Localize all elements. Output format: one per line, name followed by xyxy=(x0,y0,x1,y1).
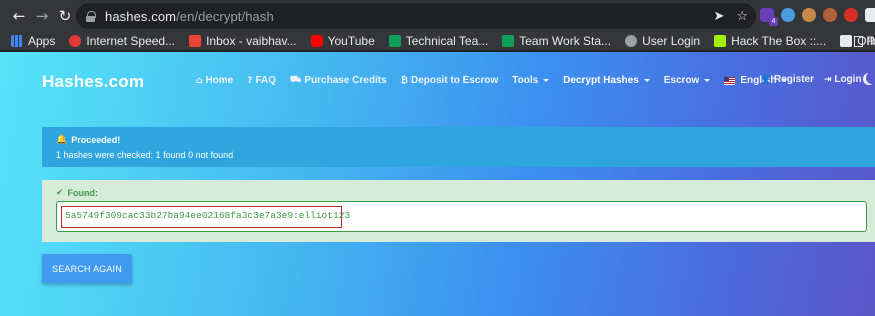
bookmark-label: Team Work Sta... xyxy=(519,34,612,48)
chevron-down-icon xyxy=(643,79,650,82)
sign-in-icon: ⇥ xyxy=(824,75,832,85)
bookmark-label: Hack The Box ::... xyxy=(731,34,827,48)
nav-label: Decrypt Hashes xyxy=(563,75,639,86)
chevron-down-icon xyxy=(704,79,711,82)
us-flag-icon xyxy=(724,76,736,85)
nav-label: FAQ xyxy=(255,75,277,86)
url-text[interactable]: hashes.com/en/decrypt/hash xyxy=(105,9,274,24)
bookmark-item[interactable]: Technical Tea... xyxy=(388,34,489,48)
nav-label: Purchase Credits xyxy=(304,75,387,86)
shield-icon[interactable] xyxy=(844,8,858,22)
bookmark-star-icon[interactable]: ☆ xyxy=(736,9,748,24)
sheets-icon xyxy=(388,35,401,47)
bookmark-item[interactable]: Internet Speed... xyxy=(69,34,175,48)
question-icon: ? xyxy=(247,75,253,86)
bookmark-item[interactable]: Team Work Sta... xyxy=(502,34,611,48)
main-nav: ⌂ Home ? FAQ ⛟ Purchase Credits ₿ Deposit to… xyxy=(196,75,788,86)
cube-icon xyxy=(714,35,727,47)
nav-home[interactable]: ⌂ Home xyxy=(196,75,233,86)
user-plus-icon: 👤 xyxy=(760,75,772,85)
extension-icon[interactable] xyxy=(781,8,795,22)
gmail-icon xyxy=(189,35,202,47)
nav-deposit[interactable]: ₿ Deposit to Escrow xyxy=(401,75,499,86)
bitcoin-icon: ₿ xyxy=(400,76,408,86)
bell-icon: 🔔 xyxy=(56,135,68,145)
bookmark-label: Internet Speed... xyxy=(86,34,176,48)
page-content: Hashes.com ⌂ Home ? FAQ ⛟ Purchase Credits … xyxy=(0,52,875,316)
url-host: hashes.com xyxy=(105,8,177,24)
youtube-icon xyxy=(310,35,323,47)
home-icon: ⌂ xyxy=(196,75,203,86)
extension-badge: 4 xyxy=(769,17,778,26)
account-nav: 👤 Register ⇥ Login xyxy=(760,74,862,85)
result-textbox[interactable]: 5a5749f309cac33b27ba94ee02168fa3c3e7a3e9… xyxy=(56,201,867,232)
nav-label: Escrow xyxy=(663,75,700,86)
url-path: /en/decrypt/hash xyxy=(176,8,274,24)
alert-message: 1 hashes were checked: 1 found 0 not fou… xyxy=(56,150,234,160)
nav-label: Tools xyxy=(512,75,539,86)
cookie-icon[interactable] xyxy=(802,8,816,22)
found-label-text: Found: xyxy=(67,188,99,198)
nav-purchase[interactable]: ⛟ Purchase Credits xyxy=(290,75,387,86)
cookie-icon[interactable] xyxy=(823,8,837,22)
result-text[interactable]: 5a5749f309cac33b27ba94ee02168fa3c3e7a3e9… xyxy=(65,210,350,221)
sheets-icon xyxy=(502,35,515,47)
site-brand[interactable]: Hashes.com xyxy=(42,72,144,92)
bookmark-apps[interactable]: Apps xyxy=(11,34,55,48)
bookmark-item[interactable]: Inbox - vaibhav... xyxy=(189,34,297,48)
nav-label: Home xyxy=(205,75,234,86)
reading-list-label: R xyxy=(866,34,875,48)
forward-arrow-icon[interactable]: → xyxy=(31,5,53,27)
check-icon: ✔ xyxy=(56,188,64,198)
address-bar[interactable]: hashes.com/en/decrypt/hash ➤ ☆ xyxy=(76,3,756,29)
search-again-button[interactable]: SEARCH AGAIN xyxy=(42,254,132,283)
alert-title: 🔔 Proceeded! xyxy=(56,135,861,145)
send-icon[interactable]: ➤ xyxy=(713,9,724,24)
reading-list-icon xyxy=(854,35,864,47)
apps-grid-icon xyxy=(11,35,23,47)
register-link[interactable]: 👤 Register xyxy=(760,74,814,85)
bookmark-item[interactable]: User Login xyxy=(625,34,700,48)
reading-list-button[interactable]: R xyxy=(854,34,875,48)
found-panel: ✔ Found: 5a5749f309cac33b27ba94ee02168fa3… xyxy=(42,180,875,242)
login-link[interactable]: ⇥ Login xyxy=(824,74,862,85)
found-label: ✔ Found: xyxy=(56,188,861,198)
nav-decrypt[interactable]: Decrypt Hashes xyxy=(563,75,650,86)
reload-icon[interactable]: ↻ xyxy=(54,5,76,27)
bookmark-label: YouTube xyxy=(327,34,375,48)
cart-icon: ⛟ xyxy=(290,75,302,85)
proceeded-alert: 🔔 Proceeded! 1 hashes were checked: 1 fou… xyxy=(42,127,875,167)
puzzle-icon[interactable] xyxy=(865,8,875,22)
browser-toolbar: ← → ↻ hashes.com/en/decrypt/hash ➤ ☆ 4 xyxy=(0,0,875,32)
bookmark-item[interactable]: YouTube xyxy=(310,34,375,48)
nav-faq[interactable]: ? FAQ xyxy=(247,75,276,86)
nav-escrow[interactable]: Escrow xyxy=(664,75,711,86)
login-label: Login xyxy=(834,74,862,85)
bookmarks-bar: Apps Internet Speed... Inbox - vaibhav..… xyxy=(0,32,875,51)
speed-icon xyxy=(69,35,82,47)
nav-label: Deposit to Escrow xyxy=(410,75,499,86)
bookmark-label: Apps xyxy=(28,34,56,48)
alert-title-text: Proceeded! xyxy=(71,135,121,145)
back-arrow-icon[interactable]: ← xyxy=(8,5,30,27)
bookmark-label: User Login xyxy=(642,34,701,48)
moon-icon[interactable] xyxy=(866,72,875,84)
cloud-icon xyxy=(625,35,638,47)
register-label: Register xyxy=(774,74,815,85)
bookmark-label: Inbox - vaibhav... xyxy=(206,34,297,48)
lock-icon[interactable] xyxy=(86,10,96,22)
bookmark-label: Technical Tea... xyxy=(405,34,489,48)
extension-icon[interactable]: 4 xyxy=(760,8,778,26)
bookmark-item[interactable]: Hack The Box ::... xyxy=(714,34,826,48)
chevron-down-icon xyxy=(543,79,550,82)
nav-tools[interactable]: Tools xyxy=(512,75,550,86)
bookmarks-overflow-button[interactable]: » xyxy=(842,33,849,48)
